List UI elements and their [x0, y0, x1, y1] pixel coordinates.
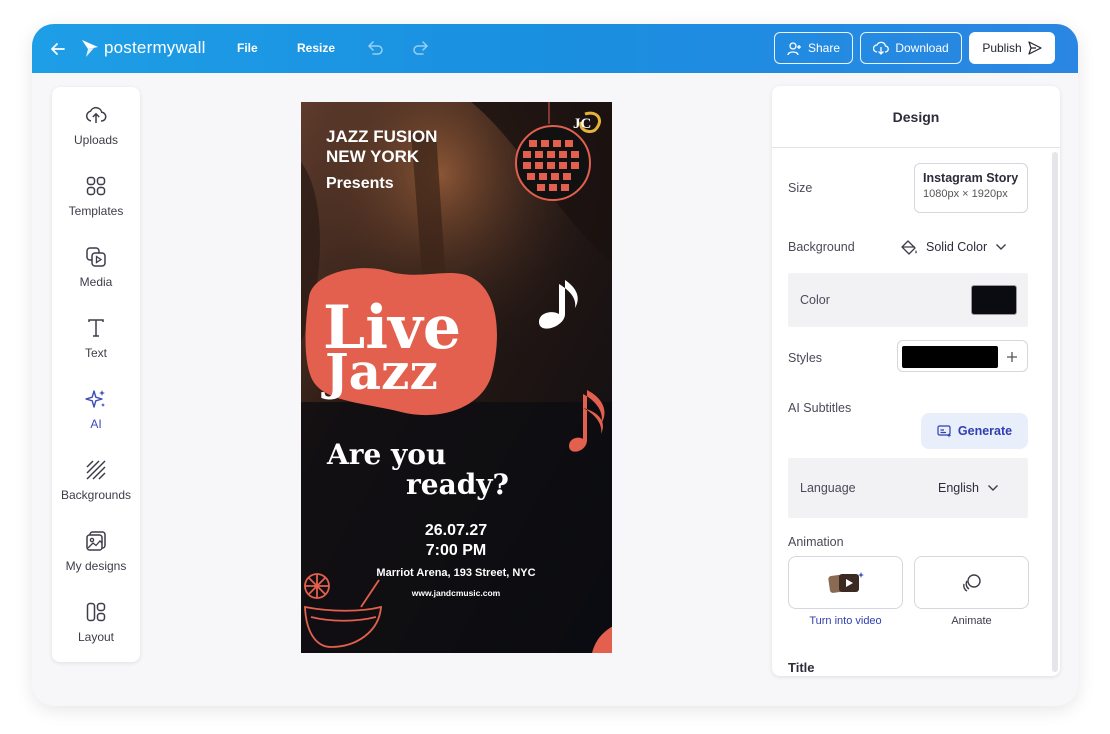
layout-icon [86, 602, 106, 622]
share-label: Share [807, 41, 841, 55]
menu-file[interactable]: File [237, 41, 258, 55]
upload-cloud-icon [85, 106, 107, 123]
panel-scrollbar[interactable] [1052, 152, 1058, 672]
tool-media[interactable]: Media [52, 245, 140, 305]
turn-into-video-card[interactable] [788, 556, 903, 609]
tool-layout[interactable]: Layout [52, 600, 140, 660]
paint-bucket-icon [901, 239, 917, 255]
animation-label: Animation [788, 535, 844, 549]
tool-ai[interactable]: AI [52, 387, 140, 447]
generate-label: Generate [957, 424, 1013, 438]
video-clip-icon [827, 571, 864, 593]
download-label: Download [895, 41, 949, 55]
tool-label: Backgrounds [60, 488, 132, 502]
ai-subtitles-label: AI Subtitles [788, 401, 852, 415]
size-name: Instagram Story [923, 171, 1019, 185]
plus-icon[interactable] [1006, 351, 1018, 363]
design-canvas[interactable]: JC JAZZ FUSION NEW YORK Presents Live Ja… [301, 102, 612, 653]
title-section-label: Title [788, 660, 815, 675]
tool-text[interactable]: Text [52, 316, 140, 376]
publish-button[interactable]: Publish [969, 32, 1055, 64]
turn-into-video-label[interactable]: Turn into video [788, 615, 903, 627]
color-swatch[interactable] [971, 285, 1017, 315]
tool-my-designs[interactable]: My designs [52, 529, 140, 589]
poster-header-line1: JAZZ FUSION [326, 127, 437, 146]
poster-header-line3: Presents [326, 175, 394, 192]
backgrounds-icon [86, 460, 106, 480]
language-label: Language [800, 481, 856, 495]
background-value: Solid Color [926, 240, 988, 254]
publish-label: Publish [982, 41, 1022, 55]
my-designs-icon [86, 531, 106, 551]
background-dropdown[interactable]: Solid Color [901, 234, 1007, 260]
panel-title: Design [772, 86, 1060, 148]
tool-backgrounds[interactable]: Backgrounds [52, 458, 140, 518]
text-icon [88, 319, 104, 337]
tool-label: Templates [68, 204, 124, 218]
language-dropdown[interactable]: English [938, 476, 999, 500]
cloud-download-icon [873, 41, 890, 55]
background-label: Background [788, 240, 855, 254]
logo-text: postermywall [104, 38, 206, 57]
design-panel: Design Size Instagram Story 1080px × 192… [772, 86, 1060, 676]
sparkle-icon [85, 390, 105, 408]
poster-website: www.jandcmusic.com [411, 588, 501, 598]
generate-button[interactable]: Generate [921, 413, 1028, 449]
poster-date: 26.07.27 [425, 522, 487, 539]
color-label: Color [800, 293, 830, 307]
poster-venue: Marriot Arena, 193 Street, NYC [376, 567, 535, 579]
chevron-down-icon [996, 244, 1007, 250]
animate-label[interactable]: Animate [914, 615, 1029, 627]
tool-label: Uploads [73, 133, 119, 147]
redo-icon[interactable] [412, 40, 430, 56]
tool-label: My designs [65, 559, 127, 573]
tool-label: Text [84, 346, 107, 360]
send-icon [1028, 41, 1042, 55]
animate-icon [962, 573, 981, 592]
poster-title-line2: Jazz [321, 342, 438, 401]
size-selector[interactable]: Instagram Story 1080px × 1920px [914, 163, 1028, 213]
styles-swatch[interactable] [902, 346, 998, 368]
app-window: postermywall File Resize Share Download [32, 24, 1078, 706]
styles-selector[interactable] [897, 340, 1028, 372]
size-dims: 1080px × 1920px [923, 188, 1008, 200]
size-label: Size [788, 181, 813, 195]
poster-question-line1: Are you [326, 438, 446, 471]
tool-label: AI [90, 417, 102, 431]
poster-time: 7:00 PM [426, 542, 486, 559]
styles-label: Styles [788, 351, 823, 365]
add-user-icon [787, 41, 801, 55]
templates-grid-icon [86, 176, 106, 196]
tool-templates[interactable]: Templates [52, 174, 140, 234]
logo-mark-icon [82, 40, 98, 57]
tools-sidebar: Uploads Templates Media Text AI Backgrou… [52, 87, 140, 662]
tool-uploads[interactable]: Uploads [52, 103, 140, 163]
tool-label: Layout [77, 630, 115, 644]
chevron-down-icon [988, 485, 998, 491]
top-bar: postermywall File Resize Share Download [32, 24, 1078, 73]
app-logo[interactable]: postermywall [80, 37, 206, 59]
menu-resize[interactable]: Resize [297, 41, 335, 55]
poster-artwork: JC JAZZ FUSION NEW YORK Presents Live Ja… [301, 102, 612, 653]
poster-header-line2: NEW YORK [326, 147, 420, 166]
subtitles-icon [937, 424, 952, 438]
undo-icon[interactable] [366, 40, 384, 56]
poster-question-line2: ready? [406, 468, 509, 501]
back-arrow-icon[interactable] [48, 39, 68, 59]
language-value: English [938, 481, 979, 495]
tool-label: Media [79, 275, 113, 289]
share-button[interactable]: Share [774, 32, 853, 64]
media-icon [86, 247, 106, 267]
download-button[interactable]: Download [860, 32, 962, 64]
poster-logo-text: JC [573, 116, 591, 132]
animate-card[interactable] [914, 556, 1029, 609]
